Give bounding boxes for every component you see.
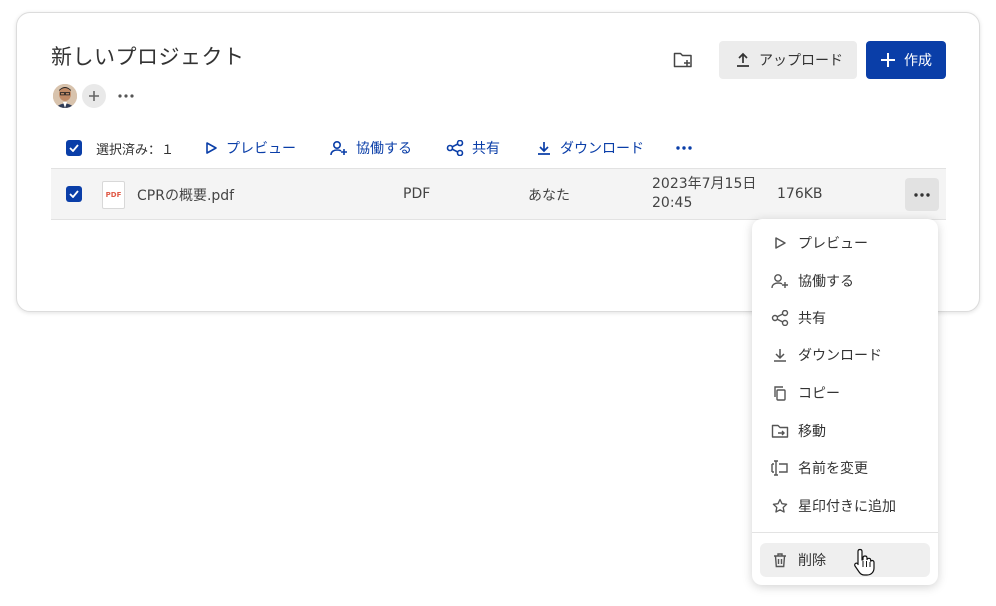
menu-item-label: ダウンロード bbox=[798, 348, 882, 364]
selected-count: 選択済み：１ bbox=[96, 142, 175, 158]
preview-action[interactable]: プレビュー bbox=[204, 138, 296, 158]
download-label: ダウンロード bbox=[560, 141, 645, 157]
star-icon bbox=[770, 496, 790, 516]
trash-icon bbox=[770, 550, 790, 570]
upload-label: アップロード bbox=[759, 53, 843, 69]
header-actions: アップロード 作成 bbox=[669, 41, 946, 79]
file-date-time: 20:45 bbox=[652, 195, 693, 211]
menu-item-star[interactable]: 星印付きに追加 bbox=[760, 489, 930, 523]
play-icon bbox=[206, 142, 217, 154]
row-menu-button[interactable] bbox=[905, 178, 939, 211]
menu-item-label: 協働する bbox=[798, 274, 854, 290]
menu-item-move[interactable]: 移動 bbox=[760, 414, 930, 448]
avatar[interactable] bbox=[53, 84, 77, 108]
check-icon bbox=[69, 190, 79, 198]
file-owner: あなた bbox=[528, 188, 570, 204]
menu-item-label: 移動 bbox=[798, 424, 826, 440]
rename-icon bbox=[770, 458, 790, 478]
member-list bbox=[53, 84, 134, 108]
file-date-day: 2023年7月15日 bbox=[652, 176, 757, 192]
menu-item-label: 星印付きに追加 bbox=[798, 499, 896, 515]
create-label: 作成 bbox=[904, 53, 932, 69]
table-row[interactable]: PDF CPRの概要.pdf PDF あなた 2023年7月15日 20:45 … bbox=[51, 168, 946, 220]
share-label: 共有 bbox=[472, 141, 501, 157]
share-icon bbox=[446, 140, 464, 156]
upload-button[interactable]: アップロード bbox=[719, 41, 857, 79]
share-icon bbox=[770, 308, 790, 328]
row-checkbox[interactable] bbox=[66, 186, 82, 202]
context-menu: プレビュー 協働する 共有 ダウンロード コピー 移動 名前を変更 星印付きに追… bbox=[752, 219, 938, 585]
copy-icon bbox=[770, 383, 790, 403]
menu-item-label: 削除 bbox=[798, 553, 826, 569]
play-icon bbox=[770, 233, 790, 253]
share-action[interactable]: 共有 bbox=[446, 138, 500, 158]
folder-plus-icon bbox=[673, 52, 692, 68]
more-horizontal-icon bbox=[914, 192, 930, 197]
menu-item-delete[interactable]: 削除 bbox=[760, 543, 930, 577]
file-size: 176KB bbox=[777, 186, 823, 202]
download-icon bbox=[538, 142, 551, 155]
menu-item-label: プレビュー bbox=[798, 236, 868, 252]
add-person-icon bbox=[330, 140, 348, 156]
file-name[interactable]: CPRの概要.pdf bbox=[137, 185, 234, 205]
add-member-button[interactable] bbox=[82, 84, 106, 108]
more-horizontal-icon bbox=[118, 94, 134, 98]
add-person-icon bbox=[770, 271, 790, 291]
check-icon bbox=[69, 144, 79, 152]
collaborate-action[interactable]: 協働する bbox=[330, 138, 412, 158]
file-type: PDF bbox=[403, 186, 431, 202]
menu-item-label: コピー bbox=[798, 386, 840, 402]
preview-label: プレビュー bbox=[226, 141, 297, 157]
menu-divider bbox=[752, 532, 938, 533]
menu-item-copy[interactable]: コピー bbox=[760, 376, 930, 410]
menu-item-collaborate[interactable]: 協働する bbox=[760, 264, 930, 298]
select-all-checkbox[interactable] bbox=[66, 140, 82, 156]
menu-item-preview[interactable]: プレビュー bbox=[760, 226, 930, 260]
upload-icon bbox=[737, 52, 749, 67]
menu-item-download[interactable]: ダウンロード bbox=[760, 338, 930, 372]
menu-item-rename[interactable]: 名前を変更 bbox=[760, 451, 930, 485]
page-title: 新しいプロジェクト bbox=[51, 45, 245, 69]
new-folder-button[interactable] bbox=[669, 46, 697, 74]
menu-item-label: 名前を変更 bbox=[798, 461, 868, 477]
more-members-button[interactable] bbox=[118, 94, 134, 98]
more-actions-button[interactable] bbox=[676, 146, 700, 150]
plus-icon bbox=[89, 91, 99, 101]
collaborate-label: 協働する bbox=[356, 141, 413, 157]
selection-toolbar: 選択済み：１ プレビュー 協働する 共有 ダウンロード bbox=[50, 134, 946, 162]
pdf-file-icon: PDF bbox=[102, 181, 125, 209]
download-icon bbox=[770, 345, 790, 365]
menu-item-label: 共有 bbox=[798, 311, 826, 327]
plus-icon bbox=[881, 53, 895, 67]
hand-cursor-icon bbox=[852, 547, 876, 581]
file-date: 2023年7月15日 20:45 bbox=[652, 175, 756, 213]
more-horizontal-icon bbox=[676, 146, 692, 150]
download-action[interactable]: ダウンロード bbox=[536, 138, 644, 158]
menu-item-share[interactable]: 共有 bbox=[760, 301, 930, 335]
folder-move-icon bbox=[770, 421, 790, 441]
create-button[interactable]: 作成 bbox=[866, 41, 946, 79]
